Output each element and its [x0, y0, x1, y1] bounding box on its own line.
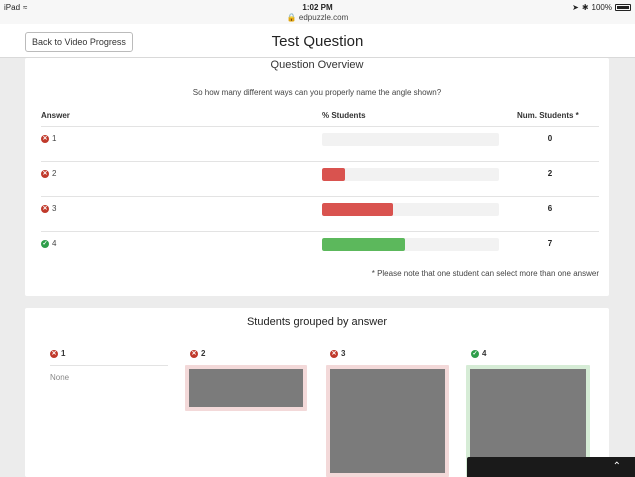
student-count: 2: [547, 169, 553, 178]
percent-bar-fill: [322, 203, 393, 216]
percent-bar-fill: [322, 168, 345, 181]
student-count: 0: [547, 134, 553, 143]
battery-icon: [615, 4, 631, 11]
x-circle-icon: ✕: [190, 349, 198, 358]
group-header: ✕ 2: [190, 349, 206, 358]
question-text: So how many different ways can you prope…: [192, 88, 442, 97]
battery-percent: 100%: [591, 3, 612, 12]
multi-select-note: * Please note that one student can selec…: [371, 269, 599, 278]
grouped-heading: Students grouped by answer: [246, 316, 388, 328]
answer-row: ✕ 2 2: [41, 161, 599, 196]
question-overview-card: Question Overview So how many different …: [25, 58, 609, 296]
page-header: Back to Video Progress Test Question: [0, 24, 635, 58]
x-circle-icon: ✕: [41, 204, 49, 213]
divider: [50, 365, 168, 366]
student-thumbnail[interactable]: [185, 365, 307, 411]
bottom-toolbar[interactable]: ⌃: [467, 457, 635, 477]
percent-column-header: % Students: [322, 111, 366, 120]
check-circle-icon: ✓: [471, 349, 479, 358]
percent-bar: [322, 203, 499, 216]
count-column-header: Num. Students *: [517, 111, 579, 120]
student-thumbnail[interactable]: [326, 365, 449, 477]
answer-label: 4: [52, 239, 57, 248]
x-circle-icon: ✕: [41, 169, 49, 178]
status-bar: iPad ≈ 1:02 PM 🔒 edpuzzle.com ➤ ✱ 100%: [0, 0, 635, 24]
student-count: 6: [547, 204, 553, 213]
student-image: [189, 369, 303, 407]
answer-column-header: Answer: [41, 111, 70, 120]
answer-label: 1: [52, 134, 57, 143]
group-header: ✓ 4: [471, 349, 487, 358]
bluetooth-icon: ✱: [581, 3, 589, 12]
location-icon: ➤: [572, 3, 579, 12]
group-header: ✕ 3: [330, 349, 346, 358]
group-header: ✕ 1: [50, 349, 66, 358]
percent-bar: [322, 133, 499, 146]
percent-bar: [322, 168, 499, 181]
answer-row: ✓ 4 7: [41, 231, 599, 266]
check-circle-icon: ✓: [41, 239, 49, 248]
overview-heading: Question Overview: [270, 59, 364, 71]
student-image: [330, 369, 445, 473]
students-grouped-card: Students grouped by answer ✕ 1 None ✕ 2 ✕ 3…: [25, 308, 609, 477]
answer-label: 2: [52, 169, 57, 178]
percent-bar: [322, 238, 499, 251]
chevron-up-icon[interactable]: ⌃: [613, 461, 621, 472]
x-circle-icon: ✕: [330, 349, 338, 358]
answer-label: 3: [52, 204, 57, 213]
x-circle-icon: ✕: [41, 134, 49, 143]
percent-bar-fill: [322, 238, 406, 251]
url-text: edpuzzle.com: [298, 13, 349, 22]
url-bar[interactable]: 🔒 edpuzzle.com: [0, 13, 635, 22]
answer-row: ✕ 3 6: [41, 196, 599, 231]
status-time: 1:02 PM: [302, 3, 333, 12]
page-title: Test Question: [271, 33, 364, 50]
answer-row: ✕ 1 0: [41, 126, 599, 161]
no-students-text: None: [50, 373, 70, 382]
student-count: 7: [547, 239, 553, 248]
x-circle-icon: ✕: [50, 349, 58, 358]
